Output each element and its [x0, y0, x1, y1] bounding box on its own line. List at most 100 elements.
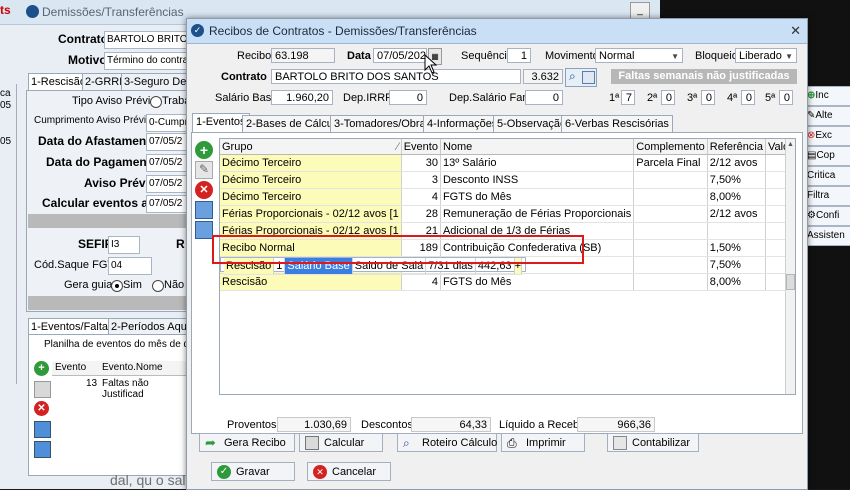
cell-grupo[interactable]: Décimo Terceiro	[220, 188, 402, 206]
side-button-incluir[interactable]: ⊕Inc	[806, 86, 850, 106]
tab-informacoes[interactable]: 4-Informações	[423, 115, 502, 132]
dep-salario-fam-field[interactable]: 0	[525, 90, 563, 105]
contabilizar-button[interactable]: Contabilizar	[607, 433, 699, 452]
cell-nome[interactable]: 13º Salário	[440, 154, 635, 172]
grid-row[interactable]: Décimo Terceiro3Desconto INSS7,50%24,50-	[220, 171, 795, 189]
cell-referencia[interactable]: 7,50%	[707, 171, 766, 189]
cell-grupo[interactable]: Rescisão	[220, 273, 402, 291]
bg-edit-icon[interactable]	[34, 381, 51, 398]
col-header-complemento[interactable]: Complemento	[633, 139, 708, 155]
grid-row[interactable]: Décimo Terceiro4FGTS do Mês8,00%26,13=	[220, 188, 795, 206]
cell-nome[interactable]: FGTS do Mês	[440, 273, 635, 291]
delete-icon[interactable]: ✕	[195, 181, 213, 199]
cell-referencia[interactable]: 7/31 dias	[425, 258, 476, 275]
cell-complemento[interactable]	[633, 257, 708, 274]
data-field[interactable]: 07/05/2020	[373, 48, 427, 63]
bg-afastamento-field[interactable]: 07/05/2	[146, 133, 190, 151]
cell-nome[interactable]: Adicional de 1/3 de Férias	[440, 222, 635, 240]
cancelar-button[interactable]: ✕ Cancelar	[307, 462, 391, 481]
week-2-field[interactable]: 0	[661, 90, 675, 105]
col-header-referencia[interactable]: Referência	[707, 139, 766, 155]
salario-base-field[interactable]: 1.960,20	[271, 90, 333, 105]
dep-irrf-field[interactable]: 0	[389, 90, 427, 105]
bg-tipo-aviso-radio[interactable]	[150, 96, 162, 108]
vertical-scrollbar[interactable]: ▲	[785, 139, 795, 394]
grid-row[interactable]: Rescisão 1 Salário Base Saldo de Salá 7/31 d…	[220, 257, 526, 275]
side-button-filtrar[interactable]: Filtra	[806, 186, 850, 206]
cell-evento[interactable]: 189	[401, 239, 441, 257]
week-3-field[interactable]: 0	[701, 90, 715, 105]
side-button-config[interactable]: ⚙Confi	[806, 206, 850, 226]
cell-referencia[interactable]: 8,00%	[707, 188, 766, 206]
week-5-field[interactable]: 0	[779, 90, 793, 105]
movimento-select[interactable]: Normal ▼	[595, 48, 683, 63]
cell-valor[interactable]: 442,63	[475, 258, 515, 275]
cell-complemento[interactable]: Saldo de Salá	[352, 258, 427, 275]
bg-sim-radio[interactable]	[111, 280, 123, 292]
cell-evento[interactable]: 1	[273, 258, 286, 275]
cell-referencia[interactable]: 7,50%	[707, 257, 766, 274]
side-button-assistente[interactable]: Assisten	[806, 226, 850, 246]
cell-nome[interactable]: Salário Base	[284, 258, 353, 275]
bg-cod-saque-field[interactable]: 04	[108, 257, 152, 275]
cell-referencia[interactable]	[707, 222, 766, 240]
bg-sefip-field[interactable]: I3	[108, 236, 140, 254]
cell-referencia[interactable]: 2/12 avos	[707, 205, 766, 223]
col-header-evento[interactable]: Evento	[401, 139, 441, 155]
bg-nao-radio[interactable]	[152, 280, 164, 292]
cell-nome[interactable]: Remuneração de Férias Proporcionais	[440, 205, 635, 223]
roteiro-calculo-button[interactable]: ⌕ Roteiro Cálculo	[397, 433, 497, 452]
cell-nome[interactable]: Contribuição Confederativa (SB)	[440, 239, 635, 257]
sequencia-field[interactable]: 1	[507, 48, 531, 63]
bg-add-icon[interactable]: +	[34, 361, 49, 376]
edit-icon[interactable]: ✎	[195, 161, 213, 179]
bg-tab-eventos[interactable]: 1-Eventos/Faltas	[28, 318, 117, 335]
scroll-thumb[interactable]	[786, 274, 795, 290]
search-contract-button[interactable]: ⌕	[565, 68, 597, 87]
cell-grupo[interactable]: Férias Proporcionais - 02/12 avos [1	[220, 205, 402, 223]
side-button-alterar[interactable]: ✎Alte	[806, 106, 850, 126]
cell-grupo[interactable]: Décimo Terceiro	[220, 171, 402, 189]
col-header-grupo[interactable]: Grupo ⁄	[220, 139, 402, 155]
bg-calcular-field[interactable]: 07/05/2	[146, 195, 190, 213]
bg-copy-icon[interactable]	[34, 421, 51, 438]
bg-pagamento-field[interactable]: 07/05/2	[146, 154, 190, 172]
side-button-critica[interactable]: Critica	[806, 166, 850, 186]
side-button-excluir[interactable]: ⊗Exc	[806, 126, 850, 146]
grid-row[interactable]: Rescisão4FGTS do Mês8,00%35,41=	[220, 273, 795, 291]
tab-verbas-rescisorias[interactable]: 6-Verbas Rescisórias	[561, 115, 673, 132]
gera-recibo-button[interactable]: ➦ Gera Recibo	[199, 433, 295, 452]
bloqueio-select[interactable]: Liberado ▼	[735, 48, 797, 63]
cell-grupo[interactable]: Rescisão	[224, 258, 275, 275]
bg-events-row[interactable]: 13 Faltas não Justificad	[52, 377, 186, 400]
cell-referencia[interactable]: 1,50%	[707, 239, 766, 257]
grid-row[interactable]: Recibo Normal 189 Contribuição Confederati…	[220, 239, 795, 257]
cell-complemento[interactable]	[633, 273, 708, 291]
bg-export-icon[interactable]	[34, 441, 51, 458]
cell-evento[interactable]: 28	[401, 205, 441, 223]
cell-grupo[interactable]: Férias Proporcionais - 02/12 avos [1	[220, 222, 402, 240]
cell-op[interactable]: +	[514, 258, 523, 275]
cell-evento[interactable]: 3	[401, 171, 441, 189]
cell-nome[interactable]: Desconto INSS	[440, 171, 635, 189]
cell-evento[interactable]: 4	[401, 188, 441, 206]
week-4-field[interactable]: 0	[741, 90, 755, 105]
col-header-nome[interactable]: Nome	[440, 139, 635, 155]
cell-referencia[interactable]: 2/12 avos	[707, 154, 766, 172]
add-icon[interactable]: +	[195, 141, 213, 159]
bg-cumprimento-field[interactable]: 0-Cumpr	[146, 114, 190, 132]
cell-complemento[interactable]	[633, 205, 708, 223]
cell-evento[interactable]: 21	[401, 222, 441, 240]
cell-referencia[interactable]: 8,00%	[707, 273, 766, 291]
cell-complemento[interactable]	[633, 239, 708, 257]
bg-delete-icon[interactable]: ✕	[34, 401, 49, 416]
recibo-field[interactable]: 63.198	[271, 48, 335, 63]
grid-row[interactable]: Férias Proporcionais - 02/12 avos [1 28 Re…	[220, 205, 795, 223]
cell-complemento[interactable]	[633, 222, 708, 240]
contrato-field[interactable]: BARTOLO BRITO DOS SANTOS	[271, 69, 521, 84]
gravar-button[interactable]: ✓ Gravar	[211, 462, 295, 481]
tab-tomadores-obras[interactable]: 3-Tomadores/Obras	[330, 115, 436, 132]
calcular-button[interactable]: Calcular	[299, 433, 383, 452]
cell-nome[interactable]: FGTS do Mês	[440, 188, 635, 206]
cell-evento[interactable]: 30	[401, 154, 441, 172]
